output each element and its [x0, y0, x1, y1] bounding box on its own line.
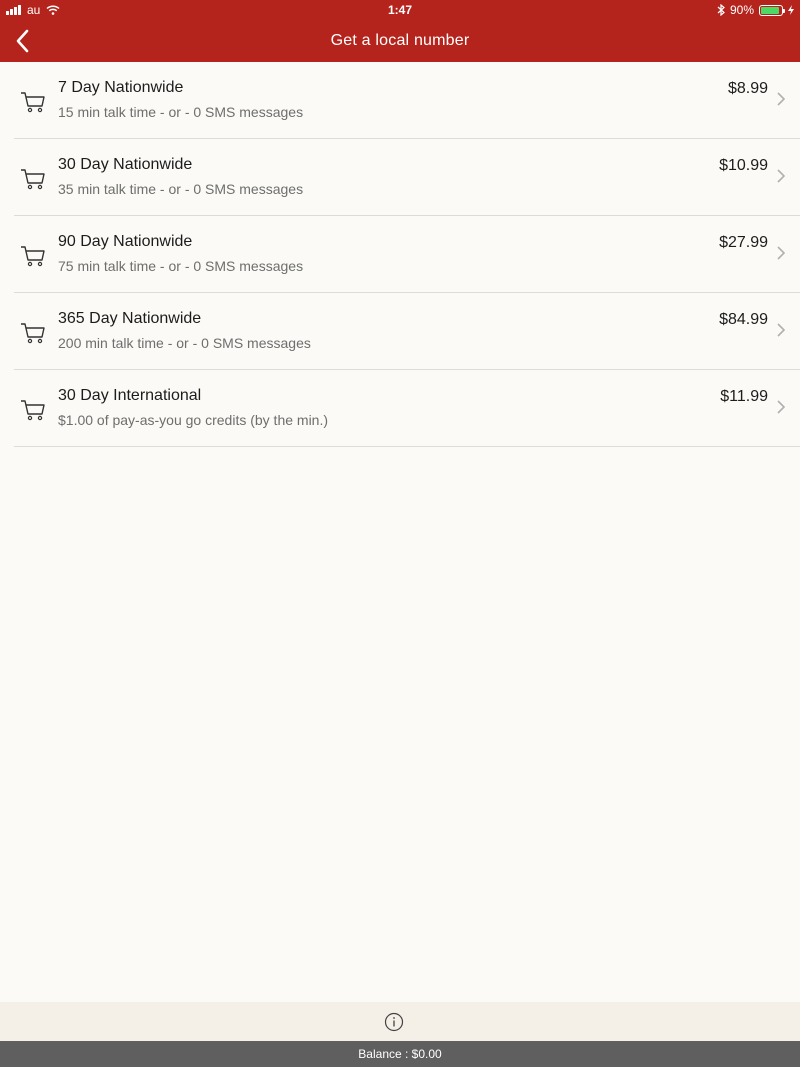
cart-icon — [21, 169, 45, 190]
bluetooth-icon — [717, 4, 725, 16]
battery-icon — [759, 4, 785, 16]
plan-price: $27.99 — [719, 234, 768, 251]
cart-icon — [21, 400, 45, 421]
plan-list: 7 Day Nationwide 15 min talk time - or -… — [0, 62, 800, 447]
plan-price: $84.99 — [719, 311, 768, 328]
chevron-right-icon — [777, 400, 786, 414]
battery-percent: 90% — [729, 3, 754, 17]
plan-price: $8.99 — [727, 80, 768, 97]
info-icon[interactable] — [384, 1012, 404, 1032]
plan-title: 365 Day Nationwide — [58, 310, 202, 327]
plan-price: $10.99 — [719, 157, 768, 174]
chevron-right-icon — [777, 169, 786, 183]
nav-bar: Get a local number — [0, 20, 800, 62]
status-right: 90% — [717, 0, 794, 20]
plan-description: 200 min talk time - or - 0 SMS messages — [58, 335, 311, 351]
status-time: 1:47 — [387, 3, 413, 17]
plan-row[interactable]: 7 Day Nationwide 15 min talk time - or -… — [0, 62, 800, 139]
plan-title: 90 Day Nationwide — [58, 233, 193, 250]
plan-row[interactable]: 30 Day International $1.00 of pay-as-you… — [0, 370, 800, 447]
plan-description: $1.00 of pay-as-you go credits (by the m… — [58, 412, 329, 428]
footer-toolbar — [0, 1002, 800, 1041]
page-title: Get a local number — [330, 32, 470, 49]
cart-icon — [21, 92, 45, 113]
battery-level — [761, 6, 779, 14]
app-header: au 1:47 90% Get a local number — [0, 0, 800, 62]
plan-description: 35 min talk time - or - 0 SMS messages — [58, 181, 304, 197]
charging-icon — [788, 5, 794, 15]
cart-icon — [21, 246, 45, 267]
chevron-right-icon — [777, 92, 786, 106]
cart-icon — [21, 323, 45, 344]
status-bar: au 1:47 90% — [0, 0, 800, 20]
chevron-right-icon — [777, 246, 786, 260]
balance-bar: Balance : $0.00 — [0, 1041, 800, 1067]
plan-row[interactable]: 30 Day Nationwide 35 min talk time - or … — [0, 139, 800, 216]
plan-title: 7 Day Nationwide — [58, 79, 184, 96]
plan-row[interactable]: 365 Day Nationwide 200 min talk time - o… — [0, 293, 800, 370]
plan-description: 75 min talk time - or - 0 SMS messages — [58, 258, 304, 274]
plan-price: $11.99 — [720, 388, 768, 405]
plan-row[interactable]: 90 Day Nationwide 75 min talk time - or … — [0, 216, 800, 293]
plan-title: 30 Day International — [58, 387, 202, 404]
plan-title: 30 Day Nationwide — [58, 156, 193, 173]
chevron-right-icon — [777, 323, 786, 337]
plan-description: 15 min talk time - or - 0 SMS messages — [58, 104, 304, 120]
